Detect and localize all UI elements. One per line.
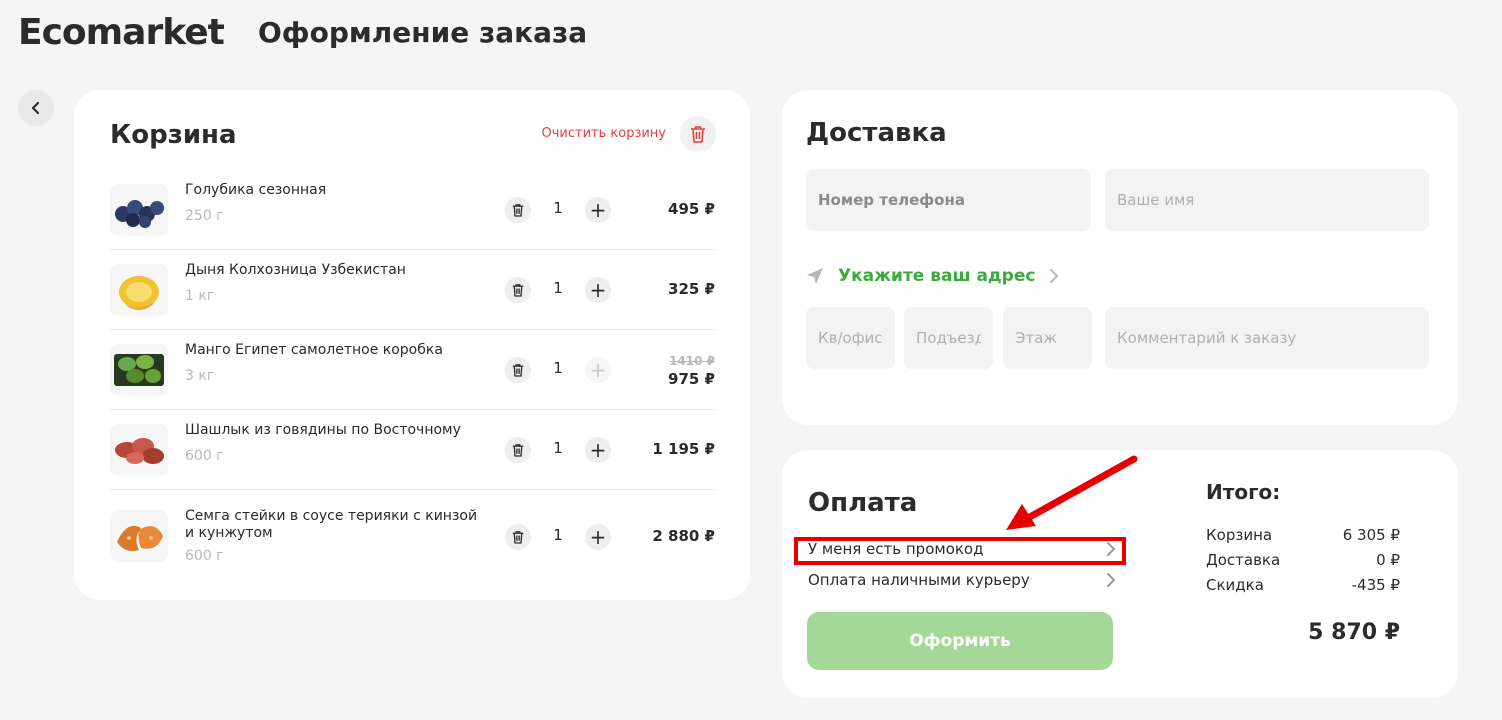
cart-item: Семга стейки в соусе терияки с кинзой и … [110, 490, 715, 584]
delivery-card: Доставка Укажите ваш адрес [782, 90, 1458, 425]
floor-field[interactable] [1003, 307, 1092, 369]
cart-item: Голубика сезонная 250 г 1 + 495 ₽ [110, 170, 715, 250]
cart-item: Дыня Колхозница Узбекистан 1 кг 1 + 325 … [110, 250, 715, 330]
chevron-right-icon [1107, 573, 1116, 587]
item-name: Голубика сезонная [185, 182, 327, 198]
increase-quantity-button[interactable]: + [585, 357, 611, 383]
item-quantity: 1 [553, 439, 563, 457]
totals-value: 6 305 ₽ [1342, 526, 1400, 544]
blueberry-icon [110, 184, 168, 236]
trash-icon [512, 284, 524, 297]
item-weight: 600 г [185, 548, 224, 564]
totals-list: Корзина 6 305 ₽ Доставка 0 ₽ Скидка -435… [1206, 525, 1400, 600]
delivery-title: Доставка [806, 118, 947, 148]
trash-icon [512, 444, 524, 457]
totals-row: Доставка 0 ₽ [1206, 550, 1400, 575]
totals-label: Корзина [1206, 526, 1273, 544]
item-quantity: 1 [553, 199, 563, 217]
address-selector[interactable]: Укажите ваш адрес [806, 266, 1059, 286]
totals-value: -435 ₽ [1351, 576, 1400, 594]
checkout-button[interactable]: Оформить [807, 612, 1113, 670]
item-price: 495 ₽ [668, 200, 715, 218]
totals-row: Скидка -435 ₽ [1206, 575, 1400, 600]
payment-method-label: Оплата наличными курьеру [808, 571, 1030, 589]
item-quantity: 1 [553, 359, 563, 377]
remove-item-button[interactable] [505, 437, 531, 463]
item-price: 325 ₽ [668, 280, 715, 298]
item-name: Семга стейки в соусе терияки с кинзой и … [185, 508, 478, 541]
phone-field[interactable] [806, 169, 1091, 231]
plus-icon: + [589, 358, 607, 382]
totals-label: Доставка [1206, 551, 1281, 569]
item-name: Дыня Колхозница Узбекистан [185, 262, 406, 278]
name-field[interactable] [1105, 169, 1429, 231]
remove-item-button[interactable] [505, 357, 531, 383]
payment-method-row[interactable]: Оплата наличными курьеру [808, 571, 1116, 589]
item-name: Манго Египет самолетное коробка [185, 342, 443, 358]
item-weight: 3 кг [185, 368, 215, 384]
clear-cart-button[interactable] [680, 116, 716, 152]
plus-icon: + [589, 198, 607, 222]
cart-item: Шашлык из говядины по Восточному 600 г 1… [110, 410, 715, 490]
item-weight: 600 г [185, 448, 224, 464]
trash-icon [512, 364, 524, 377]
plus-icon: + [589, 438, 607, 462]
item-quantity: 1 [553, 526, 563, 544]
totals-row: Корзина 6 305 ₽ [1206, 525, 1400, 550]
logo[interactable]: Ecomarket [18, 12, 225, 53]
cart-item: Манго Египет самолетное коробка 3 кг 1 +… [110, 330, 715, 410]
back-button[interactable] [18, 90, 54, 126]
item-price: 1 195 ₽ [652, 440, 715, 458]
plus-icon: + [589, 278, 607, 302]
item-weight: 250 г [185, 208, 224, 224]
salmon-icon [110, 510, 168, 562]
clear-cart-link[interactable]: Очистить корзину [541, 126, 666, 141]
remove-item-button[interactable] [505, 197, 531, 223]
increase-quantity-button[interactable]: + [585, 197, 611, 223]
plus-icon: + [589, 525, 607, 549]
highlight-box [794, 537, 1126, 565]
increase-quantity-button[interactable]: + [585, 524, 611, 550]
item-name: Шашлык из говядины по Восточному [185, 422, 461, 438]
increase-quantity-button[interactable]: + [585, 437, 611, 463]
item-price: 2 880 ₽ [652, 527, 715, 545]
chevron-left-icon [31, 101, 40, 115]
item-price: 975 ₽ [668, 370, 715, 388]
chevron-right-icon [1050, 269, 1059, 283]
cart-title: Корзина [110, 120, 237, 150]
trash-icon [691, 126, 705, 143]
payment-title: Оплата [808, 488, 918, 518]
apartment-field[interactable] [806, 307, 895, 369]
trash-icon [512, 204, 524, 217]
mango-icon [110, 344, 168, 396]
remove-item-button[interactable] [505, 277, 531, 303]
totals-title: Итого: [1206, 480, 1281, 504]
totals-value: 0 ₽ [1376, 551, 1400, 569]
item-quantity: 1 [553, 279, 563, 297]
entrance-field[interactable] [904, 307, 993, 369]
remove-item-button[interactable] [505, 524, 531, 550]
trash-icon [512, 531, 524, 544]
location-arrow-icon [807, 268, 823, 284]
grand-total: 5 870 ₽ [1308, 620, 1400, 645]
order-comment-field[interactable] [1105, 307, 1429, 369]
totals-label: Скидка [1206, 576, 1264, 594]
address-label: Укажите ваш адрес [838, 266, 1036, 286]
melon-icon [110, 264, 168, 316]
page-title: Оформление заказа [258, 16, 588, 49]
item-weight: 1 кг [185, 288, 215, 304]
item-old-price: 1410 ₽ [669, 354, 715, 368]
payment-card: Оплата У меня есть промокод Оплата налич… [782, 450, 1458, 698]
increase-quantity-button[interactable]: + [585, 277, 611, 303]
cart-card: Корзина Очистить корзину Голубика сезонн… [74, 90, 750, 600]
meat-icon [110, 424, 168, 476]
cart-items-list: Голубика сезонная 250 г 1 + 495 ₽ Дыня К… [110, 170, 715, 584]
